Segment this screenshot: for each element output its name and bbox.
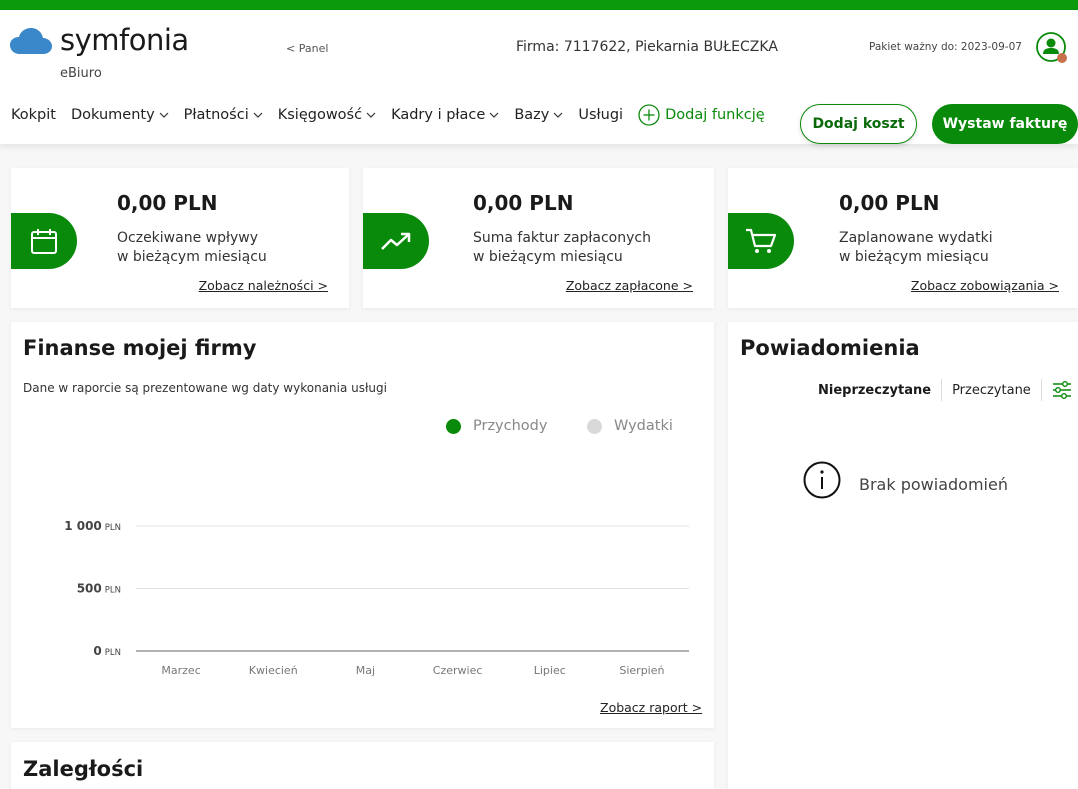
stat-description: Oczekiwane wpływy w bieżącym miesiącu: [117, 229, 267, 267]
stat-description: Suma faktur zapłaconych w bieżącym miesi…: [473, 229, 651, 267]
nav-item-dokumenty[interactable]: Dokumenty: [71, 107, 169, 123]
add-cost-button[interactable]: Dodaj koszt: [800, 104, 917, 144]
package-validity: Pakiet ważny do: 2023-09-07: [869, 41, 1022, 53]
add-function-label: Dodaj funkcję: [665, 107, 765, 123]
nav-item-księgowość[interactable]: Księgowość: [278, 107, 376, 123]
tab-read[interactable]: Przeczytane: [942, 383, 1041, 398]
x-tick-label: Kwiecień: [249, 664, 298, 677]
stat-card-paid: 0,00 PLN Suma faktur zapłaconych w bieżą…: [363, 168, 714, 308]
stat-description-line: Zaplanowane wydatki: [839, 230, 993, 246]
info-icon: [803, 461, 841, 499]
stat-description-line: w bieżącym miesiącu: [473, 249, 623, 265]
x-tick-label: Maj: [356, 664, 375, 677]
filter-settings-icon[interactable]: [1050, 378, 1074, 402]
report-link[interactable]: Zobacz raport >: [600, 700, 702, 715]
y-tick-label: 0 PLN: [93, 644, 121, 658]
trend-up-icon: [381, 232, 411, 250]
empty-notifications-text: Brak powiadomień: [859, 474, 1008, 494]
notifications-title: Powiadomienia: [740, 336, 920, 360]
chevron-down-icon: [553, 112, 563, 118]
notifications-panel: Powiadomienia Nieprzeczytane Przeczytane: [728, 322, 1078, 789]
nav-item-label: Bazy: [514, 107, 550, 123]
stat-icon-badge: [11, 213, 77, 269]
tab-unread[interactable]: Nieprzeczytane: [818, 383, 941, 398]
stat-icon-badge: [363, 213, 429, 269]
x-tick-label: Sierpień: [619, 664, 664, 677]
cloud-logo-icon: [10, 27, 52, 54]
nav-item-label: Płatności: [183, 107, 249, 123]
x-tick-label: Lipiec: [534, 664, 566, 677]
x-tick-label: Czerwiec: [433, 664, 483, 677]
nav-item-label: Dokumenty: [70, 107, 155, 123]
y-tick-value: 0: [93, 644, 101, 658]
overdue-card: Zaległości: [11, 742, 714, 789]
nav-item-kokpit[interactable]: Kokpit: [11, 107, 56, 123]
user-avatar-icon[interactable]: [1036, 32, 1068, 64]
stat-icon-badge: [728, 213, 794, 269]
empty-notifications: Brak powiadomień: [803, 461, 1008, 499]
stat-amount: 0,00 PLN: [839, 191, 940, 215]
y-tick-label: 500 PLN: [77, 582, 121, 596]
cart-icon: [746, 228, 777, 253]
logo-subtitle: eBiuro: [60, 66, 102, 81]
y-tick-value: 1 000: [64, 519, 102, 533]
nav-item-label: Kokpit: [11, 107, 56, 123]
company-label: Firma: 7117622, Piekarnia BUŁECZKA: [516, 39, 778, 55]
logo[interactable]: symfonia: [10, 26, 189, 55]
plus-circle-icon: [638, 104, 660, 126]
nav-item-usługi[interactable]: Usługi: [578, 107, 623, 123]
receivables-link[interactable]: Zobacz należności >: [199, 278, 328, 293]
y-tick-unit: PLN: [105, 523, 121, 533]
nav-item-label: Usługi: [578, 107, 624, 123]
stat-description-line: w bieżącym miesiącu: [117, 249, 267, 265]
logo-text: symfonia: [60, 23, 189, 57]
nav-item-label: Księgowość: [277, 107, 363, 123]
stat-card-income: 0,00 PLN Oczekiwane wpływy w bieżącym mi…: [11, 168, 349, 308]
app-header: symfonia eBiuro < Panel Firma: 7117622, …: [0, 10, 1078, 144]
notification-tabs: Nieprzeczytane Przeczytane: [818, 378, 1074, 402]
chevron-down-icon: [253, 112, 263, 118]
nav-item-bazy[interactable]: Bazy: [514, 107, 563, 123]
stat-amount: 0,00 PLN: [473, 191, 574, 215]
finance-card: Finanse mojej firmy Dane w raporcie są p…: [11, 322, 714, 728]
overdue-title: Zaległości: [23, 757, 144, 781]
calendar-icon: [31, 229, 57, 254]
issue-invoice-button[interactable]: Wystaw fakturę: [932, 104, 1078, 144]
stat-description-line: Suma faktur zapłaconych: [473, 230, 651, 246]
nav-item-label: Kadry i płace: [391, 107, 486, 123]
y-tick-value: 500: [77, 582, 102, 596]
stat-amount: 0,00 PLN: [117, 191, 218, 215]
paid-link[interactable]: Zobacz zapłacone >: [566, 278, 693, 293]
x-tick-label: Marzec: [161, 664, 200, 677]
add-function-button[interactable]: Dodaj funkcję: [638, 104, 765, 126]
chevron-down-icon: [159, 112, 169, 118]
chevron-down-icon: [366, 112, 376, 118]
y-tick-unit: PLN: [105, 586, 121, 596]
stat-card-planned: 0,00 PLN Zaplanowane wydatki w bieżącym …: [728, 168, 1078, 308]
tab-separator: [1040, 379, 1042, 401]
stat-description-line: w bieżącym miesiącu: [839, 249, 989, 265]
top-accent-bar: [0, 0, 1078, 10]
y-tick-unit: PLN: [105, 648, 121, 658]
stat-description: Zaplanowane wydatki w bieżącym miesiącu: [839, 229, 993, 267]
stat-description-line: Oczekiwane wpływy: [117, 230, 258, 246]
y-tick-label: 1 000 PLN: [64, 519, 121, 533]
finance-chart: 0 PLN500 PLN1 000 PLNMarzec Kwiecień Maj Czerw…: [64, 519, 689, 677]
chevron-down-icon: [489, 112, 499, 118]
nav-item-płatności[interactable]: Płatności: [184, 107, 263, 123]
liabilities-link[interactable]: Zobacz zobowiązania >: [911, 278, 1059, 293]
nav-item-kadry-i-płace[interactable]: Kadry i płace: [391, 107, 499, 123]
panel-link[interactable]: < Panel: [286, 42, 328, 55]
main-navigation: Kokpit Dokumenty Płatności Księgowość Kadry …: [11, 104, 765, 126]
